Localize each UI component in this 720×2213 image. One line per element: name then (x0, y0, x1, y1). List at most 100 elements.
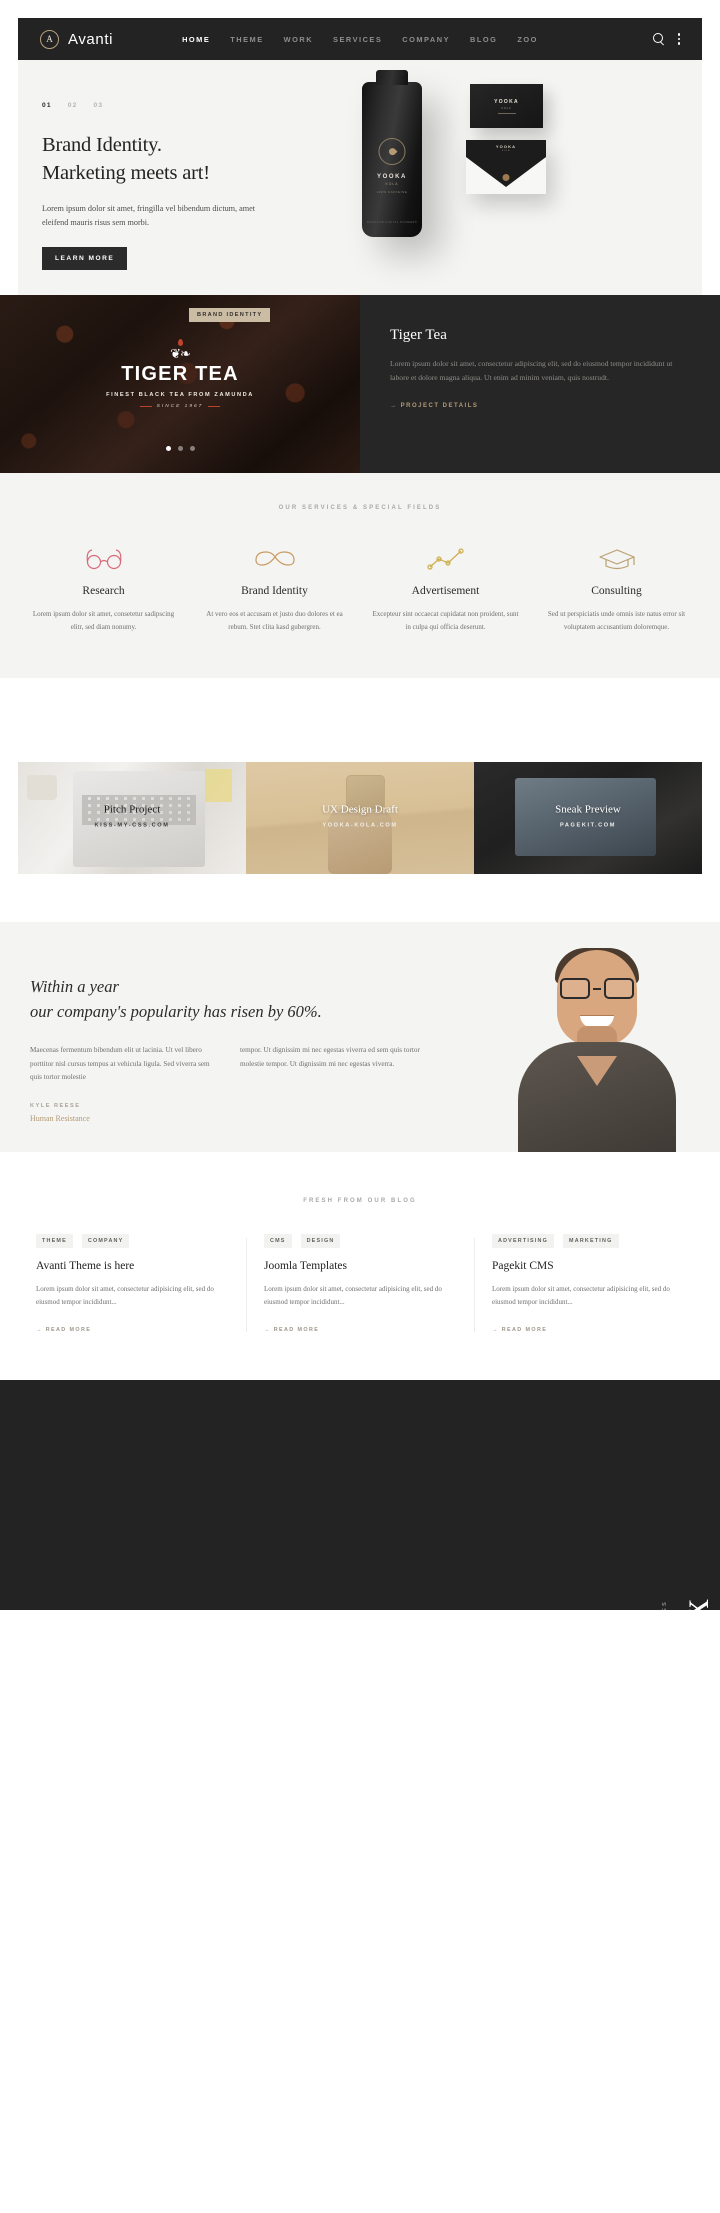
glasses-icon (30, 541, 177, 577)
blog-tag[interactable]: CMS (264, 1233, 292, 1248)
envelope-header: YOOKA KOLA (466, 140, 546, 157)
project-details-link[interactable]: → PROJECT DETAILS (390, 403, 478, 409)
glasses-bridge (593, 987, 601, 990)
service-title: Consulting (591, 585, 642, 597)
testimonial-headline-line2: our company's popularity has risen by 60… (30, 1001, 322, 1021)
footer-brand[interactable]: Joom Fox (672, 1600, 717, 1610)
blog-tag[interactable]: ADVERTISING (492, 1233, 555, 1248)
tile-title: Sneak Preview (555, 803, 621, 816)
testimonial-columns: Maecenas fermentum bibendum elit ut laci… (30, 1044, 430, 1085)
brand-logo[interactable]: A Avanti (40, 29, 114, 49)
envelope-image: YOOKA KOLA (466, 140, 546, 194)
pack-subtitle: FINEST BLACK TEA FROM ZAMUNDA (106, 392, 254, 398)
tile-url: KISS-MY-CSS.COM (94, 822, 170, 829)
blog-card-pagekit-cms[interactable]: ADVERTISING MARKETING Pagekit CMS Lorem … (474, 1233, 702, 1336)
blog-tag[interactable]: COMPANY (81, 1233, 130, 1248)
hero-product-visual: YOOKA KOLA 100% CAFFEINE MADE FOR DIGITA… (328, 60, 702, 295)
bottle-sub2: 100% CAFFEINE (376, 190, 408, 194)
carousel-dot-1[interactable] (165, 446, 171, 451)
tile-caption: Sneak Preview PAGEKIT.COM (474, 803, 702, 828)
hero-step-02[interactable]: 02 (68, 102, 78, 109)
lens-right (604, 978, 634, 1000)
ornament-icon: ❦❧ (170, 346, 191, 361)
blog-grid: THEME COMPANY Avanti Theme is here Lorem… (0, 1233, 720, 1336)
envelope-flap (466, 157, 546, 187)
testimonial-headline: Within a year our company's popularity h… (30, 974, 450, 1024)
services-grid: Research Lorem ipsum dolor sit amet, con… (0, 541, 720, 634)
read-more-link[interactable]: → READ MORE (492, 1327, 547, 1333)
carousel-dot-3[interactable] (189, 446, 195, 451)
service-card-advertisement[interactable]: Advertisement Excepteur sint occaecat cu… (360, 541, 531, 634)
nav-item-services[interactable]: SERVICES (333, 35, 382, 44)
brand-name: Avanti (68, 30, 114, 48)
carousel-dot-2[interactable] (177, 446, 183, 451)
person-glasses-icon (560, 978, 634, 1000)
site-header: A Avanti HOME THEME WORK SERVICES COMPAN… (18, 18, 702, 60)
chart-line-icon (372, 541, 519, 577)
nav-item-theme[interactable]: THEME (230, 35, 263, 44)
page-root: A Avanti HOME THEME WORK SERVICES COMPAN… (0, 0, 720, 1610)
services-kicker: OUR SERVICES & SPECIAL FIELDS (278, 505, 442, 511)
service-title: Advertisement (411, 585, 480, 597)
blog-title: Avanti Theme is here (36, 1259, 135, 1272)
nav-item-blog[interactable]: BLOG (470, 35, 497, 44)
showcase-text-panel: Tiger Tea Lorem ipsum dolor sit amet, co… (360, 295, 720, 473)
bottle-cap (376, 70, 408, 85)
showcase-body: Lorem ipsum dolor sit amet, consectetur … (390, 359, 673, 383)
primary-nav: HOME THEME WORK SERVICES COMPANY BLOG ZO… (182, 35, 538, 44)
nav-item-work[interactable]: WORK (284, 35, 313, 44)
tile-url: PAGEKIT.COM (559, 822, 617, 829)
portfolio-tile-sneak-preview[interactable]: Sneak Preview PAGEKIT.COM (474, 761, 702, 874)
leaf-icon (177, 339, 183, 346)
hero-step-03[interactable]: 03 (93, 102, 103, 109)
drop-icon (387, 146, 397, 157)
footer-brand-part2: Fox (672, 1600, 717, 1610)
blog-tag[interactable]: MARKETING (563, 1233, 619, 1248)
showcase-category-badge: BRAND IDENTITY (189, 308, 271, 322)
service-description: At vero eos et accusam et justo duo dolo… (206, 610, 343, 631)
hero-description: Lorem ipsum dolor sit amet, fringilla ve… (42, 203, 256, 227)
blog-section: FRESH FROM OUR BLOG THEME COMPANY Avanti… (0, 1151, 720, 1380)
header-actions (652, 33, 680, 45)
blog-title: Joomla Templates (264, 1259, 347, 1272)
portfolio-tile-pitch-project[interactable]: Pitch Project KISS-MY-CSS.COM (18, 761, 246, 874)
tile-caption: UX Design Draft YOOKA-KOLA.COM (246, 803, 474, 828)
hero-title: Brand Identity. Marketing meets art! (42, 131, 328, 188)
service-card-consulting[interactable]: Consulting Sed ut perspiciatis unde omni… (531, 541, 702, 634)
hero-step-01[interactable]: 01 (42, 102, 52, 109)
nav-item-home[interactable]: HOME (182, 35, 210, 44)
portfolio-tile-ux-design-draft[interactable]: UX Design Draft YOOKA-KOLA.COM (246, 761, 474, 874)
read-more-link[interactable]: → READ MORE (36, 1327, 91, 1333)
project-showcase: BRAND IDENTITY ❦❧ TIGER TEA FINEST BLACK… (0, 295, 720, 473)
hero-slide-steps: 01 02 03 (42, 102, 328, 109)
tile-url: YOOKA-KOLA.COM (322, 822, 398, 829)
service-title: Brand Identity (241, 585, 308, 597)
card-divider (497, 112, 516, 114)
read-more-link[interactable]: → READ MORE (264, 1327, 319, 1333)
search-icon[interactable] (652, 33, 665, 45)
tile-caption: Pitch Project KISS-MY-CSS.COM (18, 803, 246, 828)
blog-tag[interactable]: DESIGN (300, 1233, 341, 1248)
card-sub: KOLA (501, 106, 512, 110)
blog-tag[interactable]: THEME (36, 1233, 73, 1248)
more-vertical-icon[interactable] (677, 33, 680, 45)
hero-title-line2: Marketing meets art! (42, 162, 210, 185)
service-card-brand-identity[interactable]: Brand Identity At vero eos et accusam et… (189, 541, 360, 634)
blog-card-joomla-templates[interactable]: CMS DESIGN Joomla Templates Lorem ipsum … (246, 1233, 474, 1336)
nav-item-zoo[interactable]: ZOO (517, 35, 538, 44)
envelope-sub: KOLA (501, 150, 511, 152)
envelope-brand: YOOKA (495, 144, 517, 149)
service-title: Research (82, 585, 125, 597)
bottle-sub: KOLA (385, 182, 399, 186)
plant-pot-decor (27, 775, 57, 800)
blog-tags: THEME COMPANY (36, 1233, 228, 1248)
notepad-decor (204, 768, 233, 803)
services-section: OUR SERVICES & SPECIAL FIELDS Research L… (0, 473, 720, 678)
service-description: Sed ut perspiciatis unde omnis iste natu… (547, 610, 686, 631)
learn-more-button[interactable]: LEARN MORE (42, 246, 128, 270)
service-card-research[interactable]: Research Lorem ipsum dolor sit amet, con… (18, 541, 189, 634)
nav-item-company[interactable]: COMPANY (402, 35, 450, 44)
top-spacer (0, 0, 720, 18)
blog-card-avanti-theme[interactable]: THEME COMPANY Avanti Theme is here Lorem… (18, 1233, 246, 1336)
testimonial-headline-line1: Within a year (30, 976, 119, 996)
